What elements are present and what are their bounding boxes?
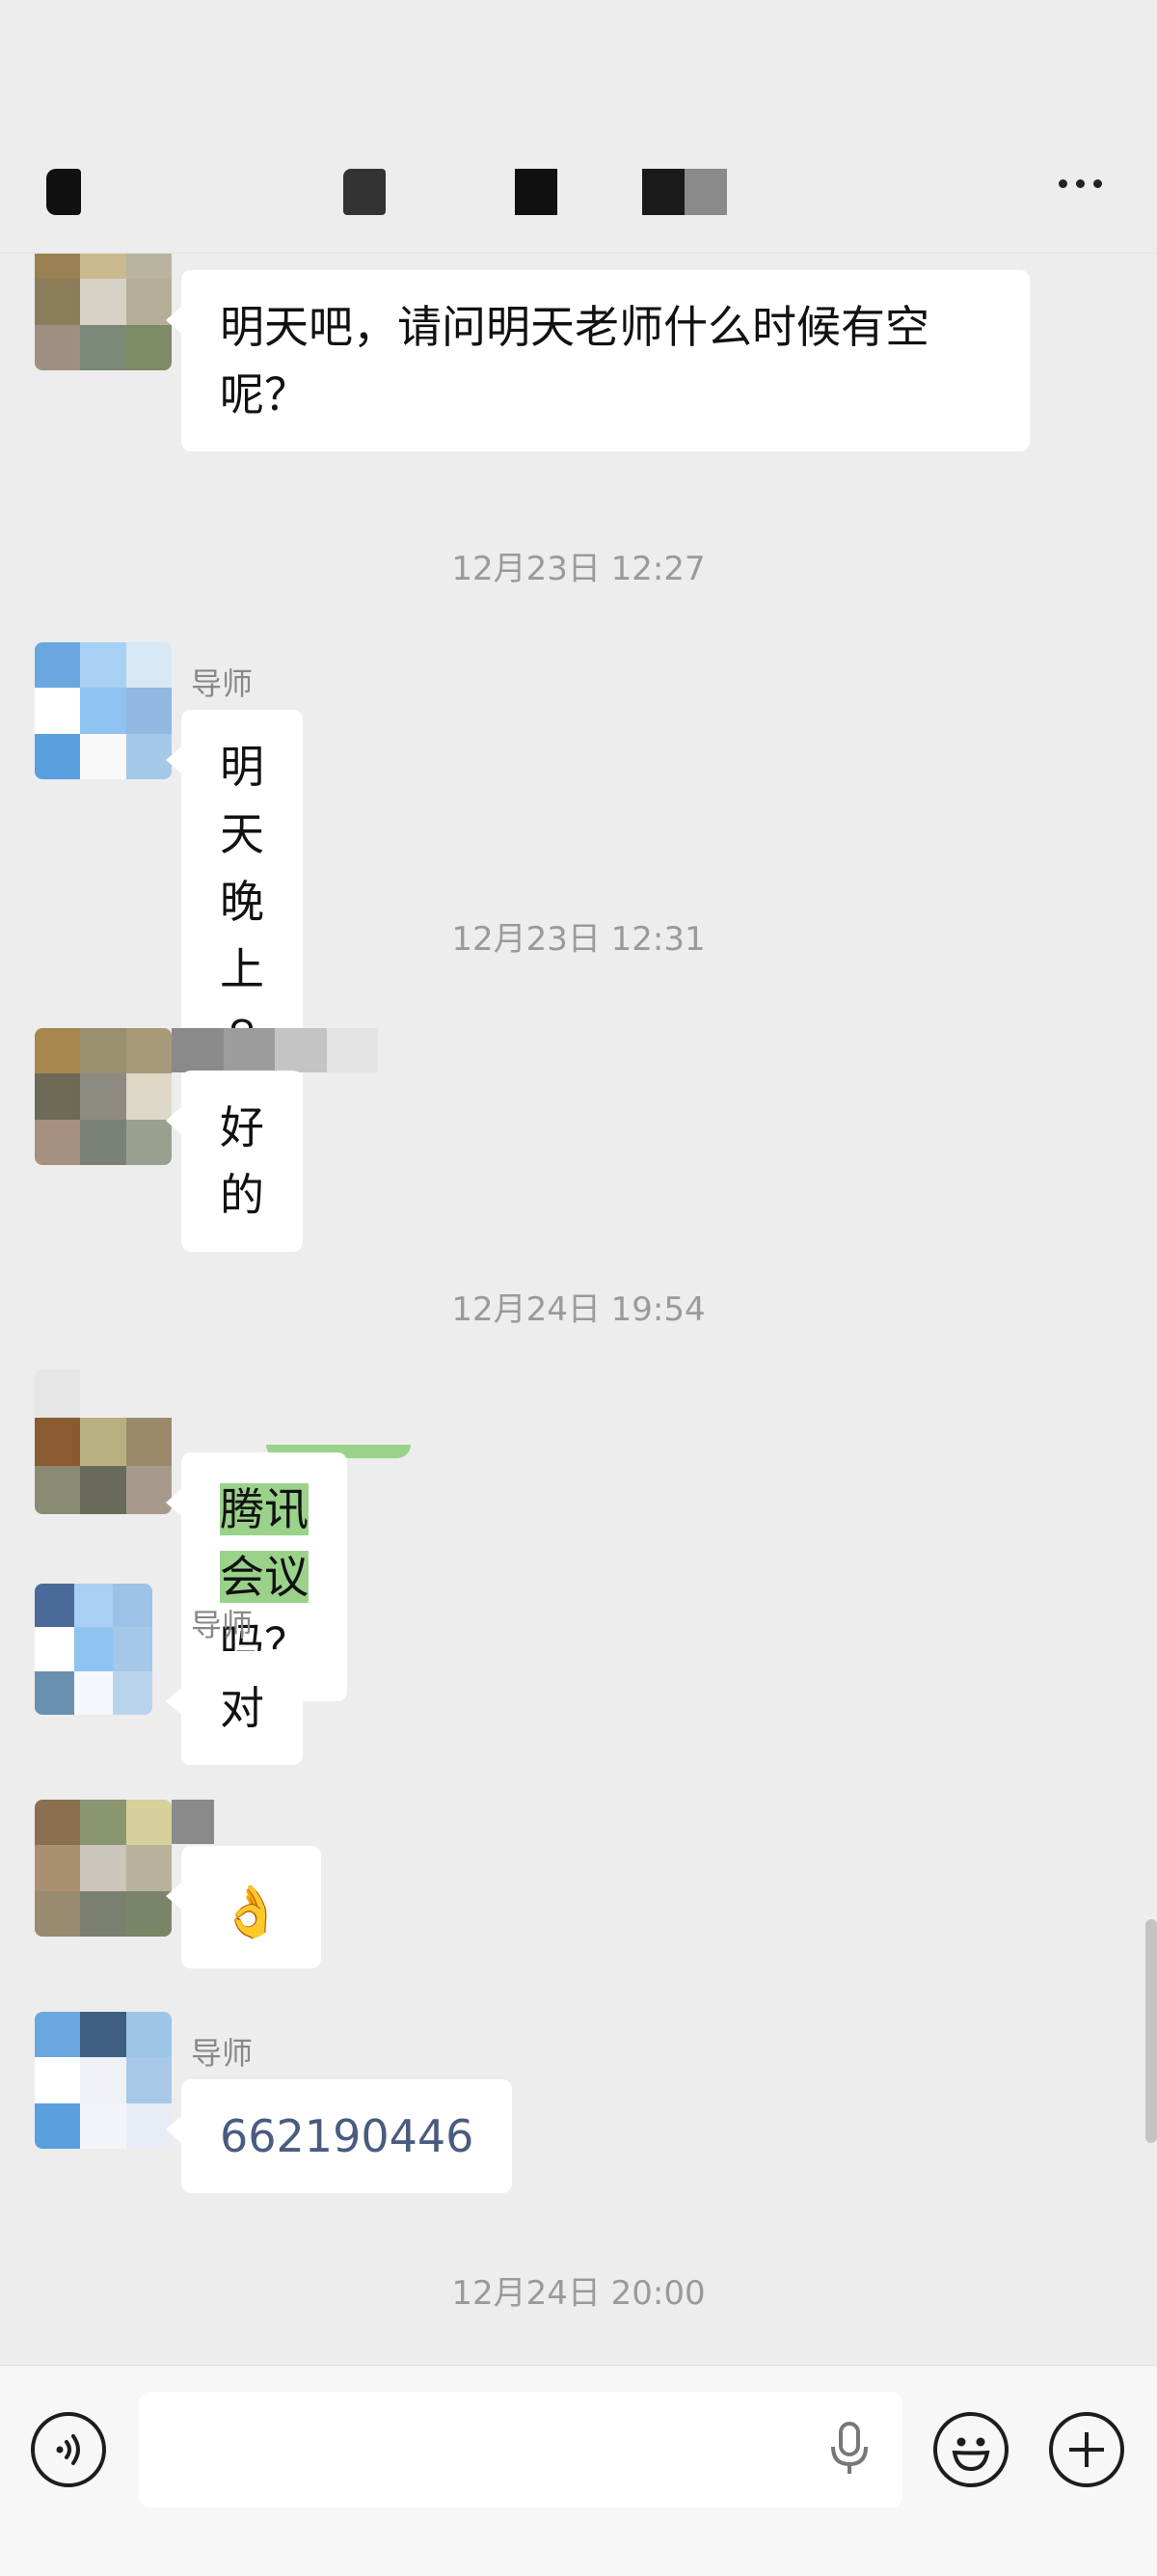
sender-name: 导师 [191,1607,254,1643]
number-link[interactable]: 662190446 [220,2110,473,2162]
chat-title-redacted [39,169,810,217]
timestamp: 12月24日 20:00 [451,2274,706,2313]
message-bubble[interactable]: 对 [166,1651,303,1765]
voice-mode-icon [56,2434,80,2465]
more-dot [1092,178,1102,188]
avatar[interactable] [35,1584,152,1715]
emoji-icon [952,2437,990,2472]
avatar-extension [172,1028,378,1072]
timestamp: 12月24日 19:54 [451,1290,706,1329]
plus-button[interactable] [1049,2412,1124,2487]
plus-icon [1069,2432,1104,2467]
avatar[interactable] [35,1800,172,1937]
avatar[interactable] [35,253,172,370]
avatar[interactable] [35,2012,172,2149]
message-input[interactable] [139,2392,902,2508]
avatar[interactable] [35,1369,172,1514]
message-bubble[interactable]: 👌 [166,1846,321,1968]
highlighted-text[interactable]: 腾讯会议 [220,1483,309,1603]
message-text: 好的 [220,1101,264,1221]
sender-name: 导师 [191,2035,254,2072]
message-text: 明天吧，请问明天老师什么时候有空呢？ [220,301,929,420]
message-text: 对 [220,1682,264,1734]
timestamp: 12月23日 12:27 [451,550,706,588]
emoji-button[interactable] [933,2412,1009,2487]
message-bubble[interactable]: 好的 [166,1071,303,1252]
timestamp: 12月23日 12:31 [451,920,706,959]
more-options-button[interactable] [1041,154,1118,212]
input-bar [0,2365,1157,2576]
more-horizontal-icon [1058,178,1067,188]
sender-name: 导师 [191,665,254,702]
avatar[interactable] [35,1028,172,1165]
message-bubble[interactable]: 明天吧，请问明天老师什么时候有空呢？ [166,270,1030,451]
avatar-extension [172,1800,214,1844]
chat-header [0,0,1157,254]
avatar[interactable] [35,642,172,779]
ok-hand-emoji: 👌 [220,1884,283,1941]
more-dot [1075,178,1085,188]
scrollbar[interactable] [1145,1919,1157,2143]
message-bubble[interactable]: 662190446 [165,2079,513,2193]
message-list[interactable]: 明天吧，请问明天老师什么时候有空呢？ 12月23日 12:27 导师 明天晚上８… [0,253,1157,2365]
voice-mode-button[interactable] [31,2412,106,2487]
microphone-icon[interactable] [825,2420,874,2478]
